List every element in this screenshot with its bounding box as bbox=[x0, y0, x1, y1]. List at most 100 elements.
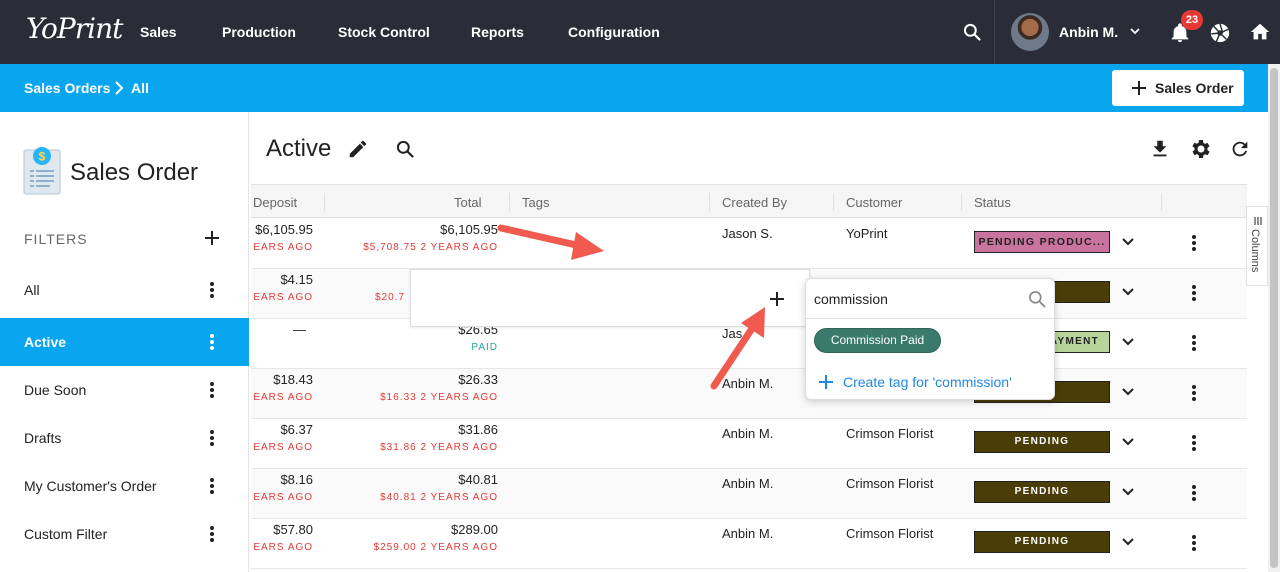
sidebar-item-my-customers-order[interactable]: My Customer's Order bbox=[0, 462, 249, 510]
yoprint-logo[interactable]: YoPrint bbox=[26, 12, 123, 45]
nav-configuration[interactable]: Configuration bbox=[568, 24, 660, 40]
chevron-down-icon[interactable] bbox=[1121, 535, 1135, 552]
deposit-date: EARS AGO bbox=[253, 542, 313, 553]
status-badge[interactable]: PENDING bbox=[974, 431, 1110, 453]
customer-name[interactable]: YoPrint bbox=[846, 226, 887, 241]
customer-name[interactable]: Crimson Florist bbox=[846, 426, 933, 441]
deposit-amount: $8.16 bbox=[280, 472, 313, 487]
search-icon[interactable] bbox=[395, 139, 415, 162]
created-by: Jas bbox=[722, 326, 743, 341]
sidebar-item-drafts[interactable]: Drafts bbox=[0, 414, 249, 462]
gear-icon[interactable] bbox=[1188, 137, 1212, 164]
more-vertical-icon[interactable] bbox=[1190, 383, 1198, 406]
chevron-down-icon[interactable] bbox=[1121, 485, 1135, 502]
total-amount: $26.33 bbox=[458, 372, 498, 387]
columns-tab-label: Columns bbox=[1249, 229, 1261, 273]
chevron-down-icon[interactable] bbox=[1129, 24, 1141, 40]
created-by: Anbin M. bbox=[722, 376, 774, 391]
sales-orders-table: Deposit Total Tags Created By Customer S… bbox=[251, 184, 1247, 572]
nav-sales[interactable]: Sales bbox=[140, 24, 177, 40]
total-amount: $289.00 bbox=[451, 522, 498, 537]
deposit-amount: $6,105.95 bbox=[255, 222, 313, 237]
aperture-icon[interactable] bbox=[1209, 22, 1231, 47]
breadcrumb-sales-orders[interactable]: Sales Orders bbox=[24, 80, 110, 96]
sidebar-item-due-soon[interactable]: Due Soon bbox=[0, 366, 249, 414]
more-vertical-icon[interactable] bbox=[1190, 533, 1198, 556]
column-divider bbox=[324, 193, 325, 211]
column-divider bbox=[961, 193, 962, 211]
total-due: $16.33 2 YEARS AGO bbox=[380, 392, 498, 403]
edit-pencil-icon[interactable] bbox=[347, 138, 369, 163]
nav-stock-control[interactable]: Stock Control bbox=[338, 24, 430, 40]
column-header-total[interactable]: Total bbox=[454, 195, 481, 210]
scrollbar[interactable] bbox=[1268, 64, 1280, 572]
search-icon[interactable] bbox=[962, 22, 982, 45]
tag-editor-cell[interactable] bbox=[410, 269, 810, 327]
table-row[interactable]: $8.16 EARS AGO $40.81 $40.81 2 YEARS AGO… bbox=[251, 469, 1247, 519]
sidebar-item-active[interactable]: Active bbox=[0, 318, 249, 366]
sidebar-item-label: Active bbox=[24, 334, 67, 350]
add-filter-icon[interactable] bbox=[204, 230, 220, 249]
column-header-tags[interactable]: Tags bbox=[522, 195, 549, 210]
search-icon[interactable] bbox=[1027, 289, 1047, 312]
sidebar-item-label: Custom Filter bbox=[24, 526, 108, 542]
chevron-down-icon[interactable] bbox=[1121, 235, 1135, 252]
more-vertical-icon[interactable] bbox=[206, 380, 218, 403]
column-header-deposit[interactable]: Deposit bbox=[253, 195, 297, 210]
sidebar-item-label: All bbox=[24, 282, 40, 298]
total-due: $259.00 2 YEARS AGO bbox=[373, 542, 498, 553]
add-tag-icon[interactable] bbox=[769, 291, 785, 310]
chevron-down-icon[interactable] bbox=[1121, 285, 1135, 302]
table-row[interactable]: $57.80 EARS AGO $289.00 $259.00 2 YEARS … bbox=[251, 519, 1247, 569]
user-name[interactable]: Anbin M. bbox=[1059, 24, 1118, 40]
customer-name[interactable]: Crimson Florist bbox=[846, 476, 933, 491]
sidebar-item-all[interactable]: All bbox=[0, 266, 249, 314]
tag-option-commission-paid[interactable]: Commission Paid bbox=[814, 328, 941, 353]
nav-reports[interactable]: Reports bbox=[471, 24, 524, 40]
plus-icon bbox=[1132, 81, 1146, 95]
more-vertical-icon[interactable] bbox=[1190, 333, 1198, 356]
refresh-icon[interactable] bbox=[1229, 138, 1251, 163]
customer-name[interactable]: Crimson Florist bbox=[846, 526, 933, 541]
more-vertical-icon[interactable] bbox=[206, 280, 218, 303]
tag-search-input[interactable] bbox=[806, 279, 1054, 319]
deposit-amount: $18.43 bbox=[273, 372, 313, 387]
created-by: Anbin M. bbox=[722, 476, 774, 491]
column-header-customer[interactable]: Customer bbox=[846, 195, 902, 210]
more-vertical-icon[interactable] bbox=[206, 476, 218, 499]
more-vertical-icon[interactable] bbox=[1190, 433, 1198, 456]
breadcrumb-all[interactable]: All bbox=[131, 80, 149, 96]
deposit-amount: $4.15 bbox=[280, 272, 313, 287]
sidebar-item-custom-filter[interactable]: Custom Filter bbox=[0, 510, 249, 558]
sidebar: $ Sales Order FILTERS All Active Due Soo… bbox=[0, 112, 249, 572]
deposit-date: EARS AGO bbox=[253, 292, 313, 303]
column-header-status[interactable]: Status bbox=[974, 195, 1011, 210]
status-badge[interactable]: PENDING bbox=[974, 531, 1110, 553]
more-vertical-icon[interactable] bbox=[1190, 483, 1198, 506]
column-divider bbox=[833, 193, 834, 211]
chevron-down-icon[interactable] bbox=[1121, 385, 1135, 402]
more-vertical-icon[interactable] bbox=[206, 332, 218, 355]
scrollbar-thumb[interactable] bbox=[1270, 68, 1278, 568]
status-badge[interactable]: PENDING PRODUC... bbox=[974, 231, 1110, 253]
nav-production[interactable]: Production bbox=[222, 24, 296, 40]
table-row[interactable]: $18.43 EARS AGO $26.33 $16.33 2 YEARS AG… bbox=[251, 369, 1247, 419]
add-sales-order-button[interactable]: Sales Order bbox=[1112, 70, 1244, 106]
avatar[interactable] bbox=[1011, 13, 1049, 51]
download-icon[interactable] bbox=[1149, 138, 1171, 163]
table-row[interactable]: $6,105.95 EARS AGO $6,105.95 $5,708.75 2… bbox=[251, 219, 1247, 269]
status-badge[interactable]: PENDING bbox=[974, 481, 1110, 503]
chevron-down-icon[interactable] bbox=[1121, 435, 1135, 452]
table-row[interactable]: $6.37 EARS AGO $31.86 $31.86 2 YEARS AGO… bbox=[251, 419, 1247, 469]
more-vertical-icon[interactable] bbox=[206, 524, 218, 547]
filters-heading: FILTERS bbox=[24, 231, 88, 247]
column-header-created-by[interactable]: Created By bbox=[722, 195, 787, 210]
home-icon[interactable] bbox=[1249, 21, 1271, 46]
more-vertical-icon[interactable] bbox=[1190, 233, 1198, 256]
more-vertical-icon[interactable] bbox=[206, 428, 218, 451]
more-vertical-icon[interactable] bbox=[1190, 283, 1198, 306]
chevron-right-icon bbox=[114, 81, 124, 98]
deposit-date: EARS AGO bbox=[253, 442, 313, 453]
chevron-down-icon[interactable] bbox=[1121, 335, 1135, 352]
columns-toggle-tab[interactable]: Columns bbox=[1246, 206, 1268, 286]
